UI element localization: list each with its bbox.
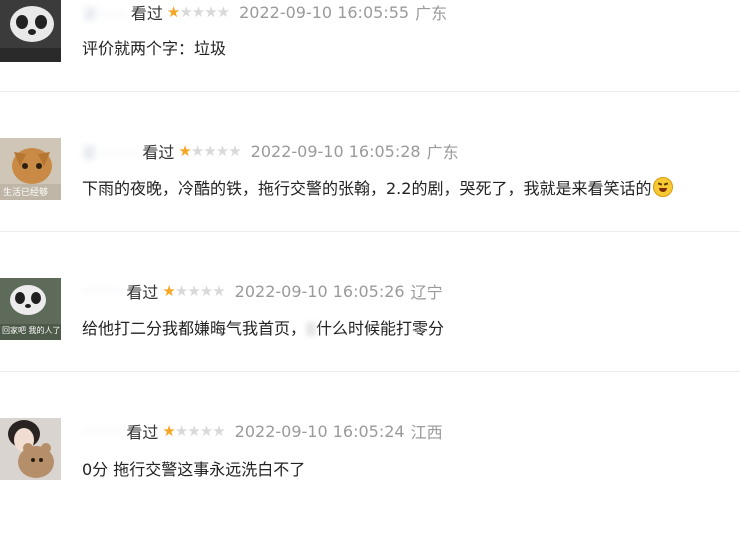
star-empty-icon: ★ [212, 282, 225, 300]
username[interactable]: ······· [82, 422, 122, 440]
username[interactable]: 星······· [82, 142, 138, 162]
review-content-text: 给他打二分我都嫌晦气我首页， [82, 319, 307, 338]
review-time: 2022-09-10 16:05:26 [234, 281, 405, 301]
review-location: 江西 [410, 423, 443, 442]
watch-status: 看过 [126, 423, 159, 442]
review-location: 广东 [426, 143, 459, 162]
star-empty-icon: ★ [203, 142, 216, 160]
star-empty-icon: ★ [190, 142, 204, 160]
rating-stars: ★ ★ ★ ★ ★ [162, 422, 225, 440]
avatar-caption: 回家吧 我的人了 [2, 326, 61, 335]
star-empty-icon: ★ [216, 3, 230, 21]
avatar-caption: 生活已经够 [3, 188, 49, 198]
star-empty-icon: ★ [199, 282, 213, 300]
star-empty-icon: ★ [187, 282, 200, 300]
review-time: 2022-09-10 16:05:24 [234, 421, 405, 441]
star-empty-icon: ★ [199, 422, 213, 440]
review-content: 0分 拖行交警这事永远洗白不了 [82, 460, 306, 479]
star-empty-icon: ★ [179, 3, 192, 21]
review-content-text: 下雨的夜晚，冷酷的铁，拖行交警的张翰，2.2的剧，哭死了，我就是来看笑话的 [82, 179, 652, 198]
star-empty-icon: ★ [228, 142, 241, 160]
star-empty-icon: ★ [215, 142, 229, 160]
star-filled-icon: ★ [162, 422, 175, 440]
review-item: ······· 看过 ★ ★ ★ ★ ★ 2022-09-10 16:05:24… [0, 418, 740, 550]
review-item: 回家吧 我的人了 ······· 看过 ★ ★ ★ ★ ★ 2022-09-10… [0, 278, 740, 410]
review-content: 给他打二分我都嫌晦气我首页， 什么时候能打零分 [82, 315, 444, 339]
username[interactable]: 波····· [82, 3, 127, 23]
star-empty-icon: ★ [174, 422, 188, 440]
rating-stars: ★ ★ ★ ★ ★ [166, 3, 230, 21]
review-content: 评价就两个字：垃圾 [82, 39, 227, 58]
avatar[interactable] [0, 0, 61, 62]
laughing-emoji-icon [653, 177, 674, 197]
watch-status: 看过 [126, 283, 159, 302]
star-empty-icon: ★ [174, 282, 188, 300]
review-item: 生活已经够 星······· 看过 ★ ★ ★ ★ ★ 2022-09-10 1… [0, 138, 740, 270]
redaction-mark [306, 322, 317, 336]
review-content-text: 什么时候能打零分 [316, 319, 445, 338]
review-location: 广东 [415, 4, 448, 23]
rating-stars: ★ ★ ★ ★ ★ [162, 282, 225, 300]
avatar[interactable] [0, 418, 61, 480]
avatar-girl-with-teddy-icon [0, 418, 61, 480]
username[interactable]: ······· [82, 282, 122, 300]
review-time: 2022-09-10 16:05:28 [250, 141, 421, 161]
divider [0, 91, 740, 92]
review-content: 下雨的夜晚，冷酷的铁，拖行交警的张翰，2.2的剧，哭死了，我就是来看笑话的 [82, 175, 674, 199]
review-location: 辽宁 [410, 283, 443, 302]
star-filled-icon: ★ [166, 3, 180, 21]
review-meta: 波····· 看过 ★ ★ ★ ★ ★ 2022-09-10 16:05:55 … [82, 0, 447, 24]
star-empty-icon: ★ [212, 422, 225, 440]
star-filled-icon: ★ [178, 142, 191, 160]
review-time: 2022-09-10 16:05:55 [239, 2, 410, 22]
divider [0, 371, 740, 372]
star-empty-icon: ★ [187, 422, 200, 440]
divider [0, 231, 740, 232]
star-empty-icon: ★ [204, 3, 217, 21]
review-meta: ······· 看过 ★ ★ ★ ★ ★ 2022-09-10 16:05:24… [82, 419, 443, 443]
review-item: 波····· 看过 ★ ★ ★ ★ ★ 2022-09-10 16:05:55 … [0, 0, 740, 132]
star-filled-icon: ★ [162, 282, 175, 300]
star-empty-icon: ★ [191, 3, 205, 21]
watch-status: 看过 [142, 143, 175, 162]
avatar[interactable]: 生活已经够 [0, 138, 61, 200]
review-meta: 星······· 看过 ★ ★ ★ ★ ★ 2022-09-10 16:05:2… [82, 139, 459, 163]
rating-stars: ★ ★ ★ ★ ★ [178, 142, 241, 160]
avatar[interactable]: 回家吧 我的人了 [0, 278, 61, 340]
avatar-panda-icon [0, 0, 61, 62]
review-meta: ······· 看过 ★ ★ ★ ★ ★ 2022-09-10 16:05:26… [82, 279, 443, 303]
watch-status: 看过 [130, 4, 163, 23]
